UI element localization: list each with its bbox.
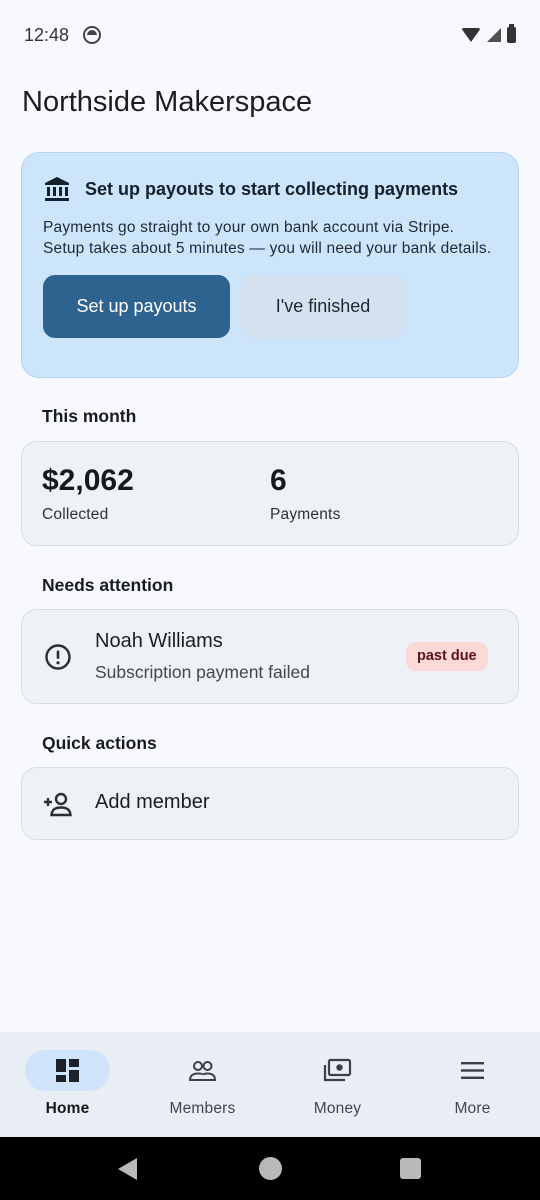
money-icon	[323, 1058, 352, 1082]
bottom-navigation: Home Members Money More	[0, 1032, 540, 1137]
banner-description: Payments go straight to your own bank ac…	[43, 219, 492, 257]
member-name: Noah Williams	[95, 630, 223, 652]
dashboard-icon	[56, 1059, 79, 1082]
recents-square-icon[interactable]	[400, 1158, 421, 1179]
nav-item-members[interactable]: Members	[135, 1032, 270, 1137]
system-navigation-bar	[0, 1137, 540, 1200]
menu-icon	[461, 1062, 484, 1079]
monthly-stats-card: $2,062 Collected 6 Payments	[21, 441, 519, 546]
payments-label: Payments	[270, 506, 341, 523]
nav-label-money: Money	[313, 1100, 362, 1117]
group-icon	[188, 1061, 217, 1081]
payments-value: 6	[270, 464, 287, 497]
needs-attention-heading: Needs attention	[42, 575, 174, 595]
notification-icon	[83, 26, 102, 44]
add-person-icon	[44, 792, 72, 817]
alert-circle-icon	[45, 644, 71, 670]
add-member-label: Add member	[95, 791, 210, 813]
status-indicators	[461, 24, 516, 43]
attention-detail: Subscription payment failed	[95, 662, 310, 682]
status-badge: past due	[406, 642, 488, 671]
collected-label: Collected	[42, 506, 109, 523]
payments-stat: 6 Payments	[270, 464, 341, 524]
this-month-heading: This month	[42, 406, 137, 426]
ive-finished-button[interactable]: I've finished	[242, 275, 404, 338]
nav-label-more: More	[454, 1100, 491, 1117]
banner-actions: Set up payouts I've finished	[43, 275, 498, 338]
page-title: Northside Makerspace	[22, 86, 313, 118]
nav-item-home[interactable]: Home	[0, 1032, 135, 1137]
back-icon[interactable]	[118, 1158, 137, 1180]
attention-item[interactable]: Noah Williams Subscription payment faile…	[21, 609, 519, 704]
nav-item-money[interactable]: Money	[270, 1032, 405, 1137]
status-bar: 12:48	[0, 0, 540, 70]
nav-label-home: Home	[45, 1100, 90, 1117]
home-circle-icon[interactable]	[259, 1157, 282, 1180]
set-up-payouts-button[interactable]: Set up payouts	[43, 275, 230, 338]
status-time: 12:48	[24, 24, 70, 45]
payout-setup-banner: Set up payouts to start collecting payme…	[21, 152, 519, 378]
bank-icon	[45, 177, 69, 201]
quick-actions-heading: Quick actions	[42, 733, 157, 753]
nav-label-members: Members	[169, 1100, 236, 1117]
banner-title: Set up payouts to start collecting payme…	[85, 178, 459, 199]
collected-value: $2,062	[42, 464, 134, 497]
add-member-action[interactable]: Add member	[21, 767, 519, 840]
battery-icon	[507, 24, 516, 43]
wifi-icon	[461, 28, 481, 42]
banner-header: Set up payouts to start collecting payme…	[43, 175, 498, 203]
nav-item-more[interactable]: More	[405, 1032, 540, 1137]
collected-stat: $2,062 Collected	[42, 464, 134, 524]
cell-signal-icon	[487, 28, 501, 42]
